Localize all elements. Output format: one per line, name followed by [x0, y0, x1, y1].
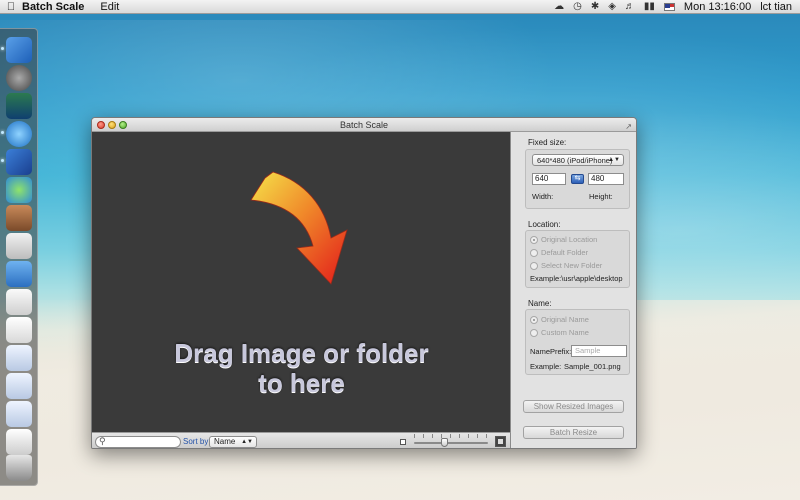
location-new-folder-radio[interactable] — [530, 262, 538, 270]
app-menu[interactable]: Batch Scale — [22, 1, 84, 13]
updown-arrows-icon: ▲▼ — [608, 157, 620, 163]
location-default-label[interactable]: Default Folder — [541, 248, 588, 257]
window-title: Batch Scale — [339, 120, 389, 130]
menubar-clock[interactable]: Mon 13:16:00 — [684, 1, 751, 13]
location-group: Original Location Default Folder Select … — [525, 230, 630, 288]
title-bar[interactable]: Batch Scale ↗ — [92, 118, 636, 132]
name-example-value: Sample_001.png — [564, 362, 621, 371]
zoom-slider-ticks — [414, 434, 488, 438]
photos-icon[interactable] — [6, 205, 32, 231]
input-source-flag-icon[interactable] — [663, 2, 675, 11]
location-default-radio[interactable] — [530, 249, 538, 257]
fixed-size-group: 640*480 (iPod/iPhone) ▲▼ 640 ⇆ 480 Width… — [525, 149, 630, 209]
name-group: Original Name Custom Name NamePrefix: Sa… — [525, 309, 630, 375]
width-input[interactable]: 640 — [532, 173, 566, 185]
mission-control-icon[interactable] — [6, 93, 32, 119]
height-label: Height: — [589, 192, 613, 201]
battery-icon[interactable]: ▮▮ — [644, 1, 655, 12]
sort-by-value: Name — [214, 437, 236, 446]
drop-instructions: Drag Image or folder to here — [92, 338, 511, 398]
document-icon[interactable] — [6, 429, 32, 455]
width-label: Width: — [532, 192, 554, 201]
swap-dimensions-button[interactable]: ⇆ — [571, 174, 584, 184]
show-resized-images-button[interactable]: Show Resized Images — [523, 400, 624, 413]
location-new-folder-label[interactable]: Select New Folder — [541, 261, 602, 270]
search-input[interactable] — [108, 437, 178, 447]
apple-menu-icon[interactable]:  — [0, 1, 22, 13]
location-original-label[interactable]: Original Location — [541, 235, 597, 244]
wifi-icon[interactable]: ◈ — [608, 1, 616, 12]
search-icon: ⚲ — [99, 436, 106, 446]
xcode-icon[interactable] — [6, 149, 32, 175]
updown-arrows-icon: ▲▼ — [241, 439, 253, 445]
icns-file-icon[interactable] — [6, 289, 32, 315]
menubar-user[interactable]: lct tian — [760, 1, 792, 13]
safari-icon[interactable] — [6, 121, 32, 147]
launchpad-icon[interactable] — [6, 65, 32, 91]
settings-panel: Fixed size: 640*480 (iPod/iPhone) ▲▼ 640… — [512, 132, 636, 448]
search-field[interactable]: ⚲ — [95, 436, 181, 448]
running-indicator — [1, 159, 4, 162]
small-thumbnail-icon[interactable] — [400, 439, 406, 445]
volume-icon[interactable]: ♬ — [625, 1, 635, 12]
drop-instructions-line1: Drag Image or folder — [174, 338, 429, 368]
time-machine-icon[interactable]: ◷ — [573, 1, 582, 12]
fixed-size-title: Fixed size: — [528, 138, 567, 147]
name-original-label[interactable]: Original Name — [541, 315, 589, 324]
name-prefix-input[interactable]: Sample — [571, 345, 627, 357]
folder-icon[interactable] — [6, 261, 32, 287]
close-window-button[interactable] — [97, 121, 105, 129]
size-preset-value: 640*480 (iPod/iPhone) — [537, 156, 613, 165]
minimize-window-button[interactable] — [108, 121, 116, 129]
dock — [0, 28, 38, 486]
name-title: Name: — [528, 299, 552, 308]
preview-icon[interactable] — [6, 233, 32, 259]
txt-file-icon[interactable] — [6, 317, 32, 343]
size-preset-select[interactable]: 640*480 (iPod/iPhone) ▲▼ — [532, 154, 624, 166]
cloud-icon[interactable]: ☁ — [554, 1, 564, 12]
zoom-slider-track[interactable] — [414, 442, 488, 444]
drop-instructions-line2: to here — [258, 368, 345, 398]
batch-resize-button[interactable]: Batch Resize — [523, 426, 624, 439]
swap-icon: ⇆ — [574, 175, 581, 182]
document-icon[interactable] — [6, 401, 32, 427]
sort-by-label: Sort by — [183, 437, 209, 446]
name-example-label: Example: — [530, 362, 562, 371]
large-thumbnail-icon[interactable] — [495, 436, 506, 447]
name-original-radio[interactable] — [530, 316, 538, 324]
document-icon[interactable] — [6, 345, 32, 371]
drop-arrow-icon — [250, 171, 348, 285]
status-area: ☁ ◷ ✱ ◈ ♬ ▮▮ Mon 13:16:00 lct tian — [554, 1, 800, 13]
name-prefix-label: NamePrefix: — [530, 347, 572, 356]
height-input[interactable]: 480 — [588, 173, 624, 185]
bluetooth-icon[interactable]: ✱ — [591, 1, 599, 12]
location-original-radio[interactable] — [530, 236, 538, 244]
finder-icon[interactable] — [6, 37, 32, 63]
menu-bar:  Batch Scale Edit ☁ ◷ ✱ ◈ ♬ ▮▮ Mon 13:1… — [0, 0, 800, 14]
zoom-slider-knob[interactable] — [441, 438, 448, 447]
zoom-window-button[interactable] — [119, 121, 127, 129]
bottom-toolbar: ⚲ Sort by Name ▲▼ — [92, 432, 511, 448]
running-indicator — [1, 131, 4, 134]
edit-menu[interactable]: Edit — [100, 1, 119, 13]
name-custom-label[interactable]: Custom Name — [541, 328, 589, 337]
batch-scale-window: Batch Scale ↗ Drag Image or folder to he… — [91, 117, 637, 449]
image-drop-area[interactable]: Drag Image or folder to here — [92, 132, 511, 432]
location-title: Location: — [528, 220, 561, 229]
document-icon[interactable] — [6, 373, 32, 399]
sort-by-select[interactable]: Name ▲▼ — [209, 436, 257, 448]
location-example: Example:\usr\apple\desktop — [530, 274, 623, 283]
trash-icon[interactable] — [6, 455, 32, 481]
name-custom-radio[interactable] — [530, 329, 538, 337]
running-indicator — [1, 47, 4, 50]
messenger-icon[interactable] — [6, 177, 32, 203]
